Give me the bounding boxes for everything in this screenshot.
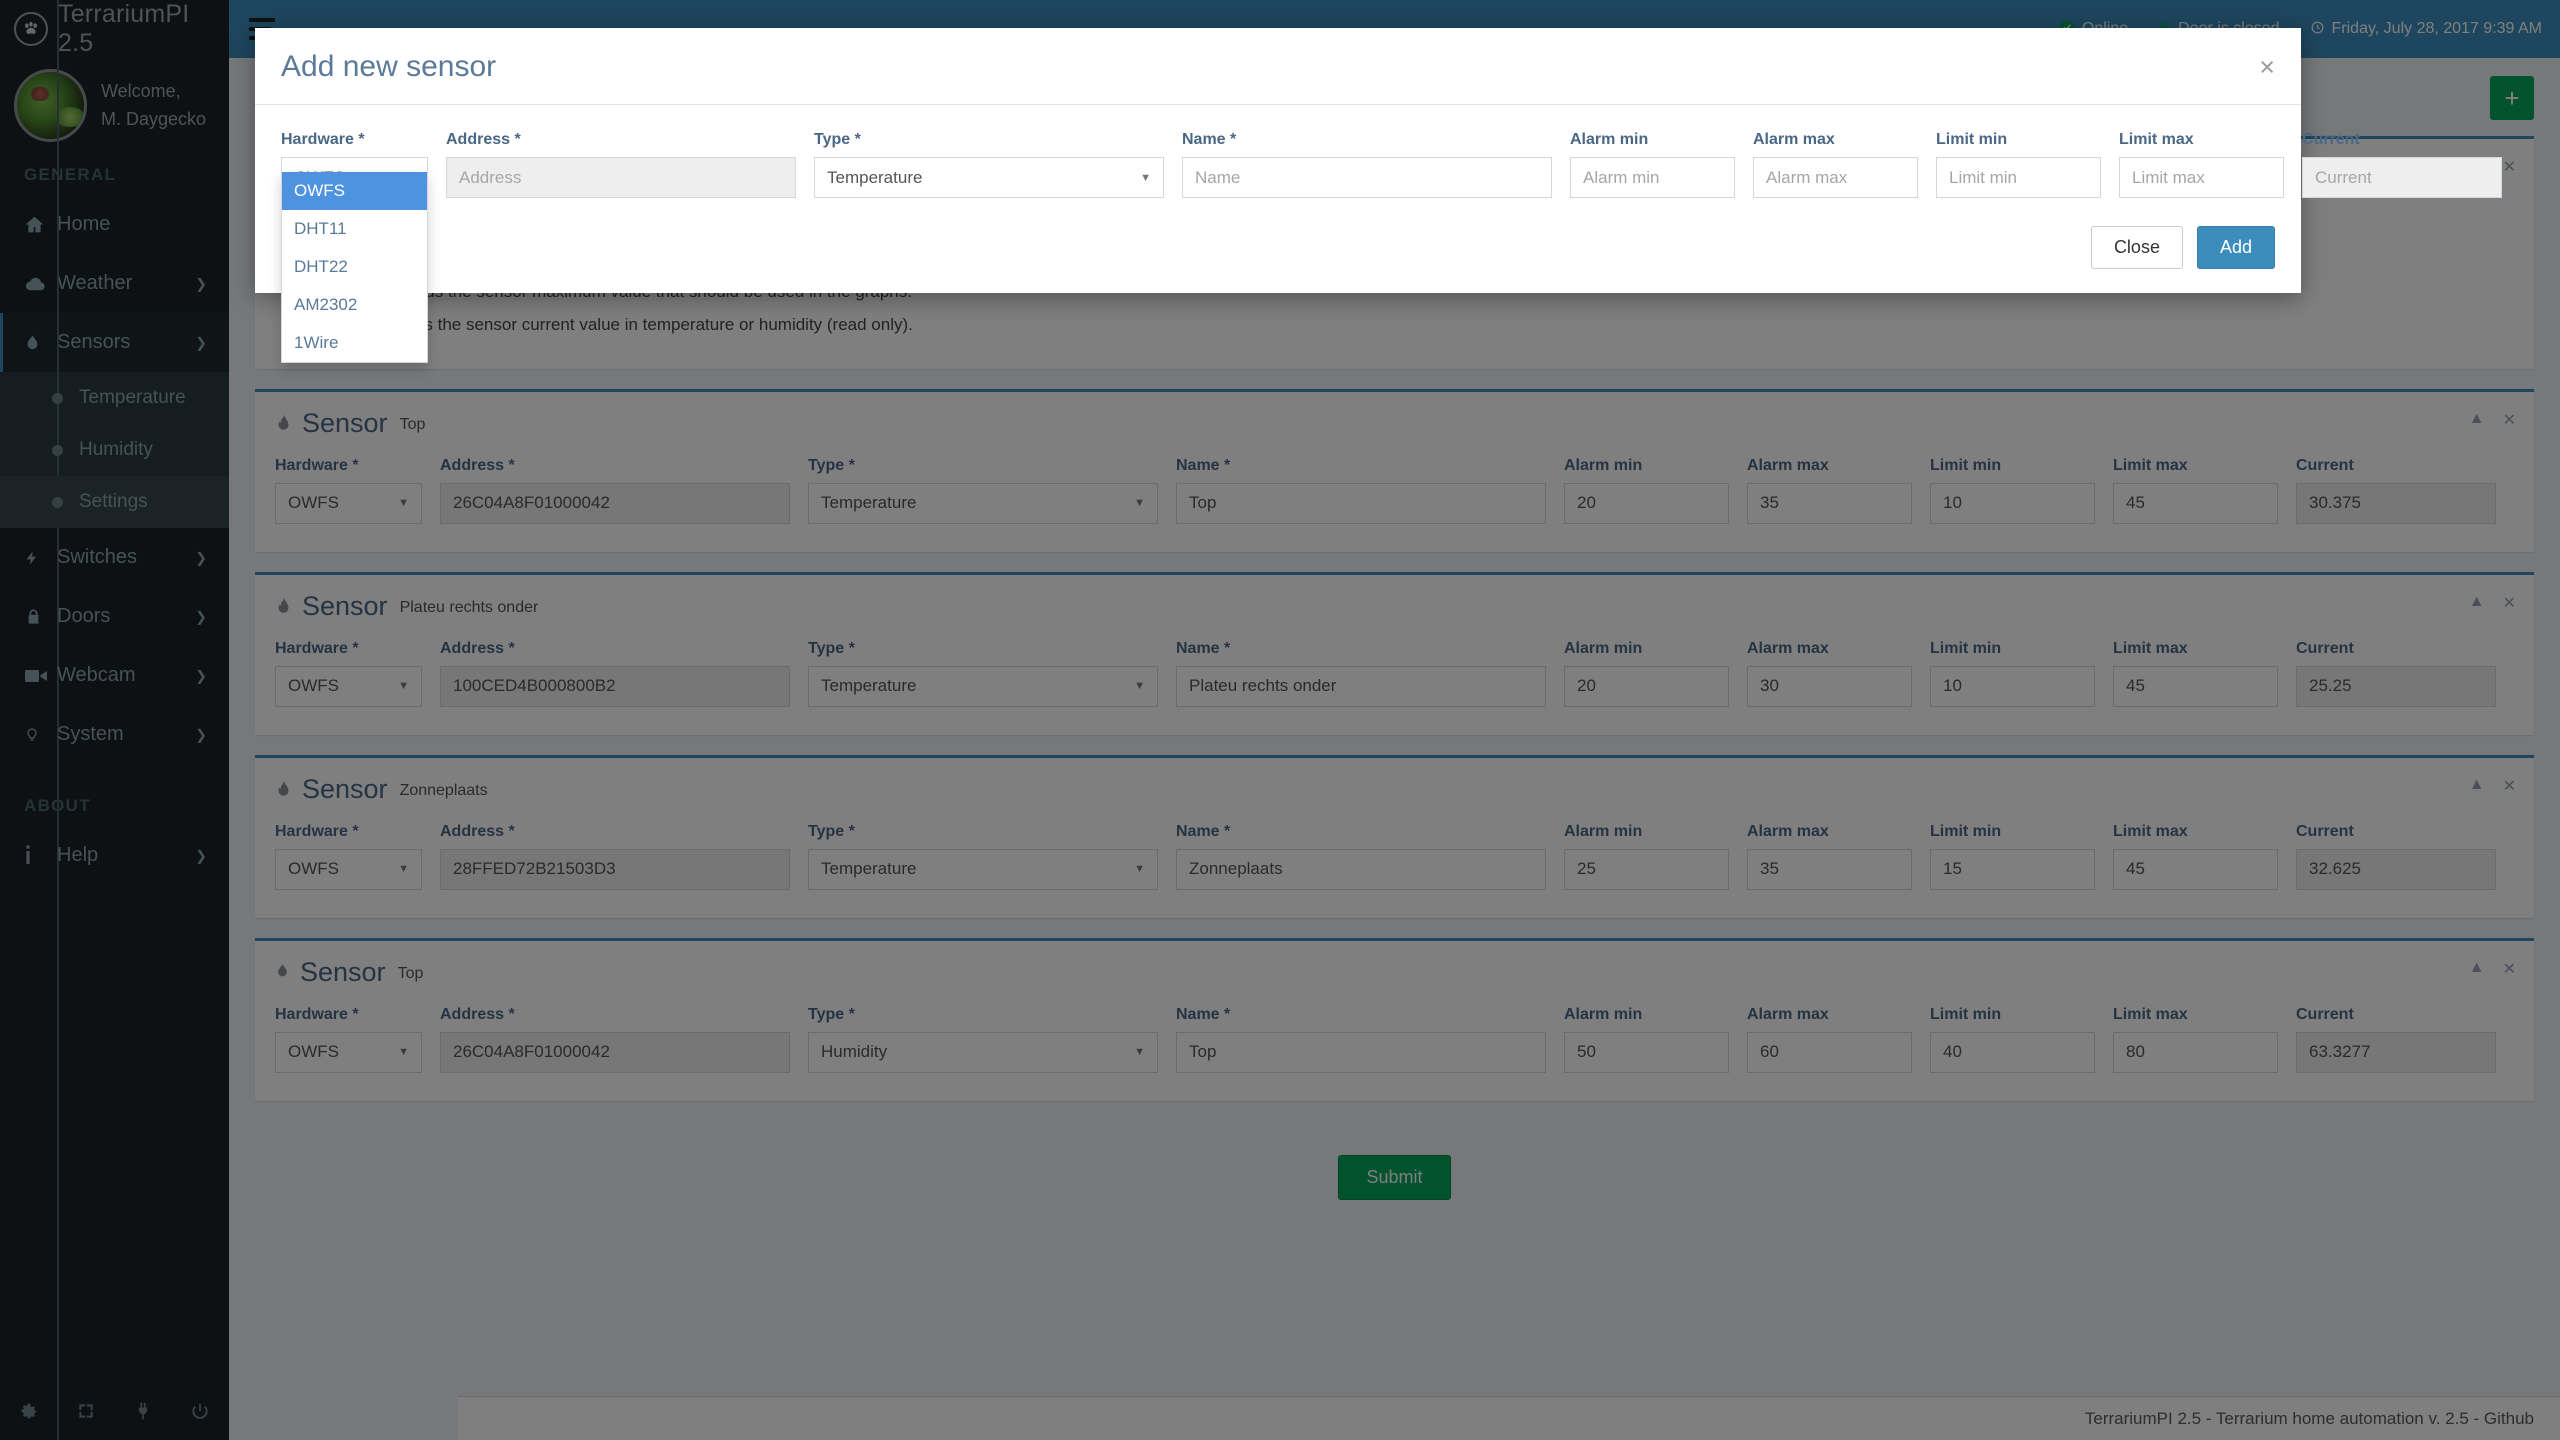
dropdown-option-am2302[interactable]: AM2302 [282, 286, 427, 324]
dropdown-option-dht11[interactable]: DHT11 [282, 210, 427, 248]
field-label: Current [2302, 131, 2360, 148]
field-label: Alarm min [1570, 131, 1649, 148]
limit-min-placeholder: Limit min [1949, 167, 2018, 187]
close-icon[interactable]: × [2259, 53, 2275, 81]
name-placeholder: Name [1195, 167, 1241, 187]
chevron-down-icon: ▼ [1140, 171, 1151, 184]
field-alarm-min: Alarm min Alarm min [1570, 131, 1735, 198]
field-label: Hardware * [281, 131, 365, 148]
address-input[interactable]: Address [446, 157, 796, 198]
modal-title: Add new sensor [281, 50, 497, 83]
alarm-min-placeholder: Alarm min [1583, 167, 1660, 187]
type-select[interactable]: Temperature ▼ [814, 157, 1164, 198]
dropdown-option-1wire[interactable]: 1Wire [282, 324, 427, 362]
current-input: Current [2302, 157, 2502, 198]
field-label: Type * [814, 131, 861, 148]
alarm-max-placeholder: Alarm max [1766, 167, 1848, 187]
field-label: Name * [1182, 131, 1237, 148]
modal-body: Hardware * OWFS ▲ OWFS DHT11 DHT22 AM230… [255, 105, 2502, 363]
current-placeholder: Current [2315, 167, 2372, 187]
alarm-max-input[interactable]: Alarm max [1753, 157, 1918, 198]
field-label: Limit max [2119, 131, 2194, 148]
add-button[interactable]: Add [2196, 226, 2275, 269]
address-placeholder: Address [459, 167, 522, 187]
type-value: Temperature [827, 167, 923, 187]
field-label: Limit min [1936, 131, 2008, 148]
limit-min-input[interactable]: Limit min [1936, 157, 2101, 198]
field-type: Type * Temperature ▼ [814, 131, 1164, 198]
field-alarm-max: Alarm max Alarm max [1753, 131, 1918, 198]
alarm-min-input[interactable]: Alarm min [1570, 157, 1735, 198]
modal-header: Add new sensor × [255, 28, 2301, 105]
field-hardware: Hardware * OWFS ▲ OWFS DHT11 DHT22 AM230… [281, 131, 428, 363]
field-current: Current Current [2302, 131, 2502, 198]
field-label: Alarm max [1753, 131, 1835, 148]
dropdown-option-dht22[interactable]: DHT22 [282, 248, 427, 286]
dropdown-option-owfs[interactable]: OWFS [282, 172, 427, 210]
hardware-dropdown-menu[interactable]: OWFS DHT11 DHT22 AM2302 1Wire [281, 172, 428, 363]
modal-footer: Close Add [255, 208, 2301, 293]
limit-max-input[interactable]: Limit max [2119, 157, 2284, 198]
field-name: Name * Name [1182, 131, 1552, 198]
field-label: Address * [446, 131, 521, 148]
modal-form-row: Hardware * OWFS ▲ OWFS DHT11 DHT22 AM230… [281, 131, 2502, 363]
field-limit-max: Limit max Limit max [2119, 131, 2284, 198]
close-button[interactable]: Close [2090, 226, 2183, 269]
field-address: Address * Address [446, 131, 796, 198]
field-limit-min: Limit min Limit min [1936, 131, 2101, 198]
limit-max-placeholder: Limit max [2132, 167, 2205, 187]
app-root: TerrariumPI 2.5 Welcome, M. Daygecko GEN… [0, 0, 2560, 1440]
add-sensor-modal: Add new sensor × Hardware * OWFS ▲ OWFS … [255, 28, 2502, 363]
name-input[interactable]: Name [1182, 157, 1552, 198]
